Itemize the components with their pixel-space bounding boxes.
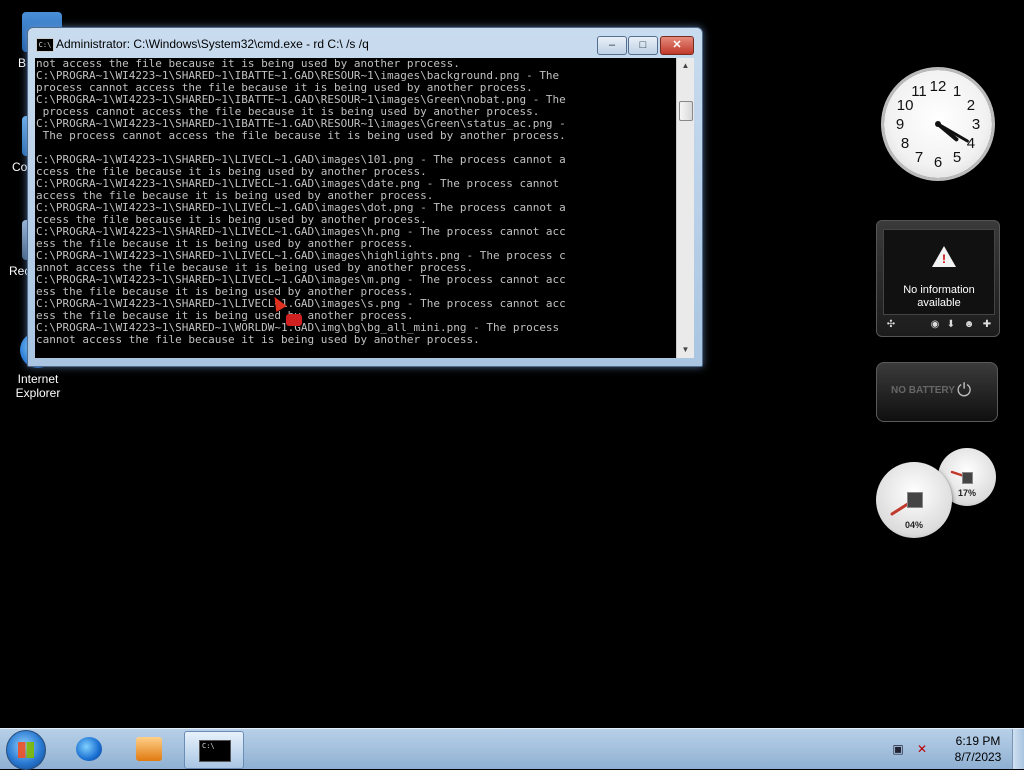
clock-numeral: 4 [967,135,975,152]
clock-gadget[interactable]: 12 1 2 3 4 5 6 7 8 9 10 11 [884,70,992,178]
download-icon[interactable]: ⬇ [945,319,957,331]
cursor-badge-icon [286,314,302,326]
cmd-app-icon[interactable]: C:\ [36,38,54,52]
minimize-button[interactable]: ‒ [597,36,627,55]
cmd-window[interactable]: C:\ Administrator: C:\Windows\System32\c… [27,27,703,367]
taskbar-internet-explorer[interactable] [62,731,116,767]
battery-status-label: NO BATTERY [891,385,955,396]
clock-face: 12 1234567891011 [896,78,980,171]
tray-clock[interactable]: 6:19 PM 8/7/2023 [940,733,1016,765]
weather-gadget[interactable]: ! No information available ✣ ◉ ⬇ ☻ ✚ [876,220,1000,337]
taskbar-media-player[interactable] [122,731,176,767]
clock-numeral: 8 [901,135,909,152]
clock-numeral: 11 [911,83,927,100]
maximize-button[interactable]: □ [628,36,658,55]
console-output[interactable]: not access the file because it is being … [35,58,676,358]
cpu-percent: 04% [904,520,923,530]
vertical-scrollbar[interactable]: ▲ ▼ [676,58,694,358]
scroll-up-arrow-icon[interactable]: ▲ [677,58,694,74]
console-text: not access the file because it is being … [36,58,566,346]
tray-date: 8/7/2023 [954,750,1002,764]
window-title: Administrator: C:\Windows\System32\cmd.e… [56,37,369,51]
add-icon[interactable]: ✚ [981,319,993,331]
clock-numeral: 12 [930,78,947,95]
globe-icon[interactable]: ◉ [929,319,941,331]
close-button[interactable]: ✕ [660,36,694,55]
windows-logo-icon [18,742,34,758]
desktop-icon-label: Internet Explorer [15,372,61,400]
scroll-down-arrow-icon[interactable]: ▼ [677,342,694,358]
clock-numeral: 3 [972,116,980,133]
gadget-toolbar: ✣ ◉ ⬇ ☻ ✚ [883,319,993,333]
taskbar: C:\ ▣ ✕ 6:19 PM 8/7/2023 [0,728,1024,770]
weather-message: No information available [903,284,975,309]
clock-numeral: 9 [896,116,904,133]
tray-time: 6:19 PM [955,734,1001,748]
clock-numeral: 7 [915,149,923,166]
command-prompt-icon: C:\ [199,740,231,762]
clock-numeral: 2 [967,97,975,114]
taskbar-command-prompt[interactable]: C:\ [184,731,244,769]
internet-explorer-icon [76,737,102,761]
title-bar[interactable]: C:\ Administrator: C:\Windows\System32\c… [28,28,702,58]
network-icon[interactable]: ▣ [890,741,906,757]
show-desktop-button[interactable] [1012,729,1024,769]
scrollbar-thumb[interactable] [679,101,693,121]
battery-gadget[interactable]: NO BATTERY ⏻ [876,362,998,422]
media-player-icon [136,737,162,761]
cpu-chip-icon [907,492,923,508]
cpu-meter[interactable]: 04% [876,462,952,538]
start-button[interactable] [6,730,46,770]
user-icon[interactable]: ☻ [963,319,975,331]
power-plug-icon: ⏻ [957,380,972,400]
memory-chip-icon [962,472,973,484]
refresh-icon[interactable]: ✣ [885,319,897,331]
system-tray: ▣ ✕ 6:19 PM 8/7/2023 [884,729,1024,769]
weather-panel: ! No information available [883,229,995,315]
clock-numeral: 5 [953,149,961,166]
clock-numeral: 6 [934,154,942,171]
clock-numeral: 1 [953,83,961,100]
volume-muted-icon[interactable]: ✕ [914,741,930,757]
